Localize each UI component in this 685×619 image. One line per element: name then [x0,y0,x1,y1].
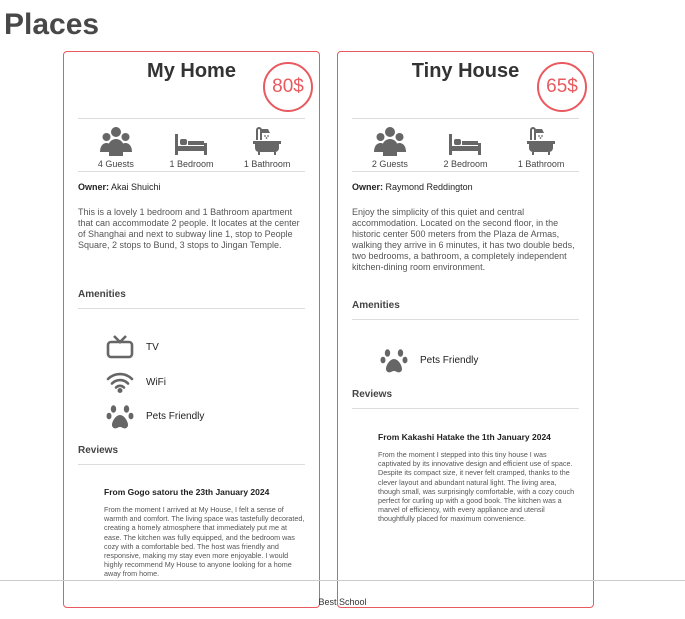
amenities-heading: Amenities [78,289,305,309]
place-card-tiny-house[interactable]: Tiny House 65$ 2 Guests 2 Bedroom 1 Bath… [337,51,594,608]
reviews-heading: Reviews [78,445,305,465]
bedrooms-label: 1 Bedroom [169,159,214,169]
reviews-heading: Reviews [352,389,579,409]
price-badge: 80$ [263,62,313,112]
wifi-icon [106,372,134,393]
bathrooms-label: 1 Bathroom [517,159,565,169]
guests-icon [99,127,132,156]
bathtub-icon [527,127,556,155]
amenity-label: Pets Friendly [420,354,479,366]
amenity-tv: TV [106,335,159,359]
page-title: Places [4,8,100,41]
owner-name: Akai Shuichi [111,182,161,192]
review-text: From the moment I arrived at My House, I… [104,505,305,579]
review-title: From Kakashi Hatake the 1th January 2024 [378,432,551,442]
amenity-label: Pets Friendly [146,410,205,422]
bathrooms-label: 1 Bathroom [243,159,291,169]
bed-icon [449,134,482,155]
guests-label: 2 Guests [371,159,408,169]
amenity-pets: Pets Friendly [380,346,478,374]
place-info-row: 2 Guests 2 Bedroom 1 Bathroom [352,118,579,172]
owner-label: Owner: [78,182,110,192]
bed-icon [175,134,208,155]
guests-label: 4 Guests [97,159,134,169]
guests-info: 4 Guests [81,119,151,171]
bathrooms-info: 1 Bathroom [232,119,302,171]
footer-text: Best School [318,597,367,607]
bedrooms-info: 2 Bedroom [430,119,500,171]
bathrooms-info: 1 Bathroom [506,119,576,171]
bathtub-icon [253,127,282,155]
owner-name: Raymond Reddington [385,182,473,192]
place-card-my-home[interactable]: My Home 80$ 4 Guests 1 Bedroom 1 Bathroo… [63,51,320,608]
bedrooms-label: 2 Bedroom [443,159,488,169]
owner: Owner: Akai Shuichi [78,182,305,192]
place-description: This is a lovely 1 bedroom and 1 Bathroo… [78,207,300,250]
page-footer: Best School [0,580,685,619]
place-info-row: 4 Guests 1 Bedroom 1 Bathroom [78,118,305,172]
review-text: From the moment I stepped into this tiny… [378,450,575,524]
review-title: From Gogo satoru the 23th January 2024 [104,487,270,497]
amenity-label: WiFi [146,376,166,388]
owner-label: Owner: [352,182,384,192]
amenity-pets: Pets Friendly [106,402,204,430]
bedrooms-info: 1 Bedroom [156,119,226,171]
guests-info: 2 Guests [355,119,425,171]
amenity-wifi: WiFi [106,371,166,393]
paw-icon [380,349,408,373]
amenity-label: TV [146,341,159,353]
guests-icon [373,127,406,156]
amenities-heading: Amenities [352,300,579,320]
owner: Owner: Raymond Reddington [352,182,579,192]
place-description: Enjoy the simplicity of this quiet and c… [352,207,575,272]
price-badge: 65$ [537,62,587,112]
paw-icon [106,405,134,429]
tv-icon [106,335,134,359]
